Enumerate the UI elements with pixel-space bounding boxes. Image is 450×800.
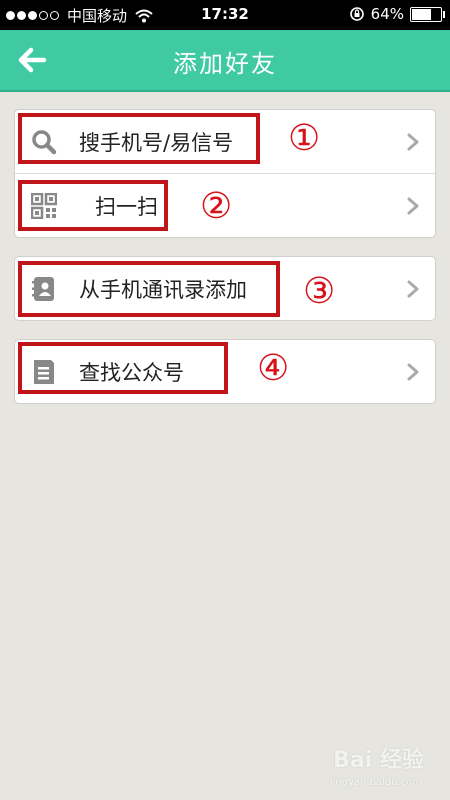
annotation-number-3: ③: [303, 271, 336, 312]
annotation-number-4: ④: [257, 348, 290, 389]
battery-area: 64%: [349, 5, 445, 23]
annotation-number-2: ②: [200, 186, 233, 227]
page-title: 添加好友: [173, 50, 277, 78]
chevron-right-icon: [407, 197, 419, 215]
highlight-box-public: [18, 342, 228, 394]
annotation-number-1: ①: [288, 118, 321, 159]
watermark-logo: Bai 经验: [333, 748, 424, 773]
chevron-right-icon: [407, 133, 419, 151]
chevron-right-icon: [407, 280, 419, 298]
chevron-right-icon: [407, 363, 419, 381]
status-bar: 中国移动 17:32 64%: [0, 0, 450, 30]
highlight-box-search: [18, 113, 260, 164]
orientation-lock-icon: [349, 7, 364, 21]
watermark-url: jingyan.baidu.com: [329, 777, 422, 788]
battery-icon: [410, 6, 445, 22]
battery-fill: [412, 8, 432, 20]
highlight-box-scan: [18, 180, 168, 231]
header-bar: 添加好友: [0, 30, 450, 92]
battery-percent: 64%: [370, 5, 404, 23]
highlight-box-contacts: [18, 261, 280, 317]
